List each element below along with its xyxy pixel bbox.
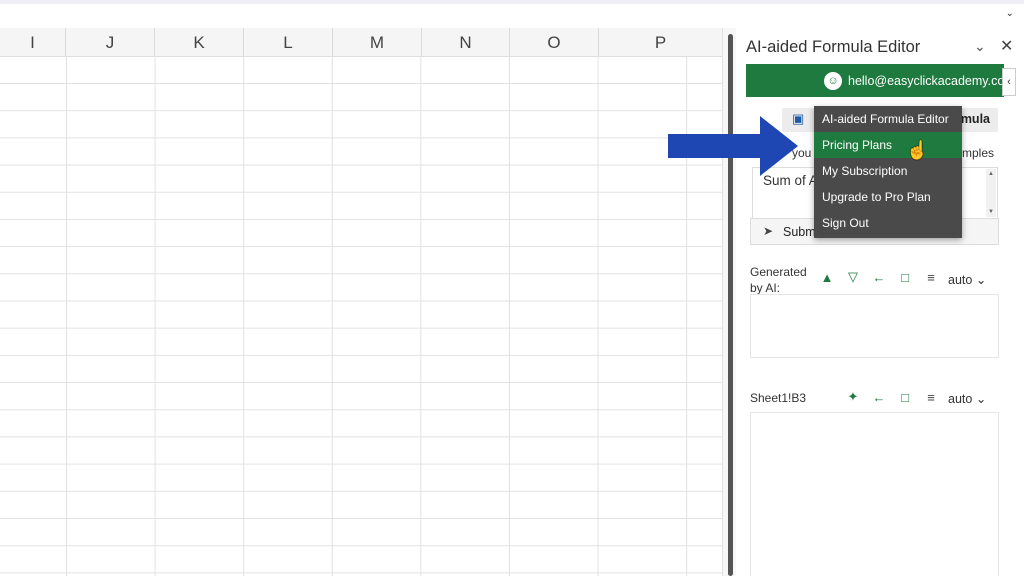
chevron-left-icon[interactable]: ‹ <box>1002 68 1016 96</box>
user-icon: ☺ <box>824 72 842 90</box>
comment-icon[interactable]: □ <box>896 388 914 406</box>
generated-auto-select[interactable]: auto ⌄ <box>948 272 986 287</box>
account-email: hello@easyclickacademy.com <box>848 74 1015 88</box>
column-header[interactable]: I <box>0 28 66 56</box>
generated-output[interactable] <box>750 294 999 358</box>
scroll-up-icon[interactable]: ▲ <box>988 171 994 177</box>
prompt-scrollbar[interactable]: ▲ ▼ <box>986 169 996 217</box>
generated-toolbar: ▲ ▽ ← □ ≡ <box>818 268 940 286</box>
submit-label: Subm <box>783 225 816 239</box>
chevron-down-icon[interactable]: ⌄ <box>1006 8 1014 19</box>
column-header[interactable]: O <box>510 28 599 56</box>
chevron-down-icon: ⌄ <box>975 392 987 406</box>
align-icon[interactable]: ≡ <box>922 268 940 286</box>
menu-item-sign-out[interactable]: Sign Out <box>814 210 962 236</box>
pane-title: AI-aided Formula Editor <box>746 38 921 56</box>
scroll-down-icon[interactable]: ▼ <box>988 209 994 215</box>
column-header[interactable]: M <box>333 28 422 56</box>
hand-cursor-icon: ☝ <box>906 140 929 160</box>
title-strip <box>0 0 1024 4</box>
menu-item-my-subscription[interactable]: My Subscription <box>814 158 962 184</box>
account-dropdown-menu: AI-aided Formula Editor Pricing Plans My… <box>814 106 962 238</box>
send-icon: ➤ <box>763 224 774 238</box>
menu-item-formula-editor[interactable]: AI-aided Formula Editor <box>814 106 962 132</box>
close-icon[interactable]: ✕ <box>1000 36 1013 56</box>
examples-link[interactable]: mples <box>962 146 994 160</box>
account-bar: ☺ hello@easyclickacademy.com ⌄ <box>746 64 1024 97</box>
pointer-arrow-icon <box>668 116 798 176</box>
column-header[interactable]: N <box>422 28 510 56</box>
column-header[interactable]: L <box>244 28 333 56</box>
thumbs-up-icon[interactable]: ▲ <box>818 268 836 286</box>
cell-reference: Sheet1!B3 <box>750 391 807 405</box>
auto-label: auto <box>948 392 973 406</box>
cell-grid[interactable] <box>0 56 722 576</box>
pane-splitter[interactable] <box>722 28 737 576</box>
comment-icon[interactable]: □ <box>896 268 914 286</box>
thumbs-down-icon[interactable]: ▽ <box>844 268 862 286</box>
generated-label: Generated by AI: <box>750 265 807 295</box>
menu-item-pricing-plans[interactable]: Pricing Plans <box>814 132 962 158</box>
column-header-row: I J K L M N O P <box>0 28 722 57</box>
cell-toolbar: ✦ ← □ ≡ <box>844 388 940 406</box>
arrow-left-icon[interactable]: ← <box>870 268 888 286</box>
chevron-down-icon: ⌄ <box>975 273 987 287</box>
align-icon[interactable]: ≡ <box>922 388 940 406</box>
column-header[interactable]: P <box>599 28 722 56</box>
column-header[interactable]: J <box>66 28 155 56</box>
cell-auto-select[interactable]: auto ⌄ <box>948 391 986 406</box>
build-formula-label: mula <box>960 112 990 126</box>
spreadsheet-grid[interactable]: I J K L M N O P <box>0 28 722 576</box>
auto-label: auto <box>948 273 973 287</box>
column-header[interactable]: K <box>155 28 244 56</box>
top-bar: ⌄ <box>0 0 1024 29</box>
pin-icon[interactable]: ✦ <box>844 388 862 406</box>
chevron-down-icon[interactable]: ⌄ <box>974 38 986 55</box>
cell-formula-output[interactable] <box>750 412 999 576</box>
arrow-left-icon[interactable]: ← <box>870 388 888 406</box>
account-button[interactable]: ☺ hello@easyclickacademy.com ⌄ <box>824 68 1024 94</box>
menu-item-upgrade[interactable]: Upgrade to Pro Plan <box>814 184 962 210</box>
